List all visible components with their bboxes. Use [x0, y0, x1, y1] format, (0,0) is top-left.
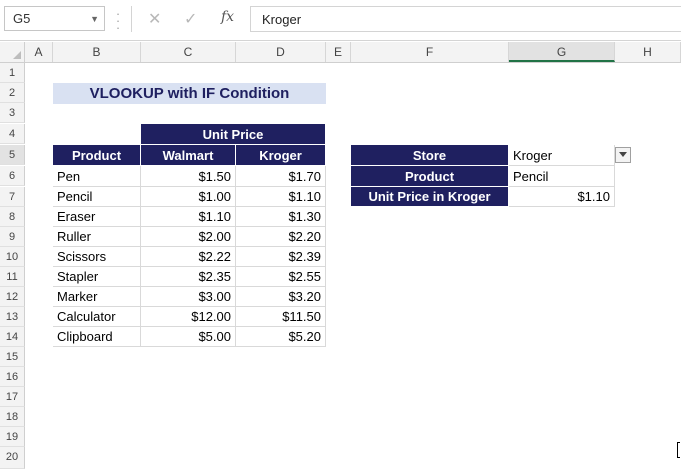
kroger-price-cell[interactable]: $2.55 — [236, 267, 326, 287]
formula-text: Kroger — [262, 12, 302, 27]
row-header[interactable]: 18 — [0, 407, 25, 427]
column-header-f[interactable]: F — [351, 42, 509, 62]
row-header[interactable]: 12 — [0, 287, 25, 307]
product-cell[interactable]: Pen — [53, 166, 141, 187]
row-header[interactable]: 14 — [0, 327, 25, 347]
walmart-price-cell[interactable]: $2.35 — [141, 267, 236, 287]
row-header[interactable]: 3 — [0, 103, 25, 123]
result-label[interactable]: Unit Price in Kroger — [351, 187, 509, 207]
name-box-value: G5 — [13, 11, 31, 26]
walmart-price-cell[interactable]: $5.00 — [141, 327, 236, 347]
column-header-c[interactable]: C — [141, 42, 236, 62]
column-header-e[interactable]: E — [326, 42, 351, 62]
chevron-down-icon — [619, 152, 627, 157]
kroger-price-cell[interactable]: $2.20 — [236, 227, 326, 247]
enter-icon[interactable]: ✓ — [184, 9, 197, 29]
walmart-price-cell[interactable]: $1.00 — [141, 187, 236, 207]
row-header[interactable]: 20 — [0, 447, 25, 469]
row-header[interactable]: 5 — [0, 145, 25, 165]
formula-input[interactable]: Kroger — [250, 6, 681, 32]
result-value-cell[interactable]: $1.10 — [509, 187, 615, 207]
product-cell[interactable]: Stapler — [53, 267, 141, 287]
product-cell[interactable]: Pencil — [53, 187, 141, 207]
unit-price-header[interactable]: Unit Price — [141, 124, 326, 145]
walmart-price-cell[interactable]: $2.00 — [141, 227, 236, 247]
column-header-d[interactable]: D — [236, 42, 326, 62]
kroger-price-cell[interactable]: $1.70 — [236, 166, 326, 187]
row-header[interactable]: 13 — [0, 307, 25, 327]
kroger-price-cell[interactable]: $5.20 — [236, 327, 326, 347]
kroger-price-cell[interactable]: $1.10 — [236, 187, 326, 207]
walmart-header[interactable]: Walmart — [141, 145, 236, 166]
column-header-h[interactable]: H — [615, 42, 681, 62]
store-dropdown-button[interactable] — [615, 147, 631, 163]
product-cell[interactable]: Clipboard — [53, 327, 141, 347]
column-header-bar: A B C D E F G H — [0, 42, 681, 63]
product-cell[interactable]: Scissors — [53, 247, 141, 267]
product-label[interactable]: Product — [351, 166, 509, 187]
sheet-title[interactable]: VLOOKUP with IF Condition — [53, 83, 326, 104]
product-cell[interactable]: Ruller — [53, 227, 141, 247]
product-value-cell[interactable]: Pencil — [509, 166, 615, 187]
product-cell[interactable]: Calculator — [53, 307, 141, 327]
product-cell[interactable]: Eraser — [53, 207, 141, 227]
cancel-icon[interactable]: ✕ — [148, 9, 161, 29]
walmart-price-cell[interactable]: $12.00 — [141, 307, 236, 327]
row-header[interactable]: 4 — [0, 124, 25, 144]
row-header[interactable]: 6 — [0, 166, 25, 186]
row-header[interactable]: 11 — [0, 267, 25, 287]
kroger-header[interactable]: Kroger — [236, 145, 326, 166]
row-header[interactable]: 16 — [0, 367, 25, 387]
walmart-price-cell[interactable]: $3.00 — [141, 287, 236, 307]
product-header[interactable]: Product — [53, 145, 141, 166]
column-header-g[interactable]: G — [509, 42, 615, 62]
kroger-price-cell[interactable]: $2.39 — [236, 247, 326, 267]
select-all-button[interactable] — [0, 42, 25, 62]
divider — [131, 6, 132, 32]
row-header[interactable]: 17 — [0, 387, 25, 407]
insert-function-icon[interactable]: fx — [221, 9, 234, 25]
row-header[interactable]: 10 — [0, 247, 25, 267]
row-header[interactable]: 2 — [0, 83, 25, 103]
walmart-price-cell[interactable]: $1.50 — [141, 166, 236, 187]
column-header-b[interactable]: B — [53, 42, 141, 62]
walmart-price-cell[interactable]: $2.22 — [141, 247, 236, 267]
chevron-down-icon[interactable]: ▼ — [90, 14, 99, 24]
column-header-a[interactable]: A — [25, 42, 53, 62]
row-header[interactable]: 7 — [0, 187, 25, 207]
more-options-icon[interactable]: · · · — [115, 7, 121, 34]
store-label[interactable]: Store — [351, 145, 509, 166]
row-header[interactable]: 15 — [0, 347, 25, 367]
product-cell[interactable]: Marker — [53, 287, 141, 307]
store-value-cell[interactable]: Kroger — [509, 145, 615, 166]
select-all-triangle-icon — [13, 51, 21, 59]
cursor-bracket-icon — [677, 442, 680, 458]
row-header[interactable]: 8 — [0, 207, 25, 227]
name-box[interactable]: G5 ▼ — [4, 6, 105, 31]
row-header[interactable]: 1 — [0, 63, 25, 83]
row-header[interactable]: 19 — [0, 427, 25, 447]
kroger-price-cell[interactable]: $1.30 — [236, 207, 326, 227]
formula-bar: G5 ▼ · · · ✕ ✓ fx Kroger — [0, 0, 681, 41]
kroger-price-cell[interactable]: $11.50 — [236, 307, 326, 327]
row-header[interactable]: 9 — [0, 227, 25, 247]
kroger-price-cell[interactable]: $3.20 — [236, 287, 326, 307]
walmart-price-cell[interactable]: $1.10 — [141, 207, 236, 227]
